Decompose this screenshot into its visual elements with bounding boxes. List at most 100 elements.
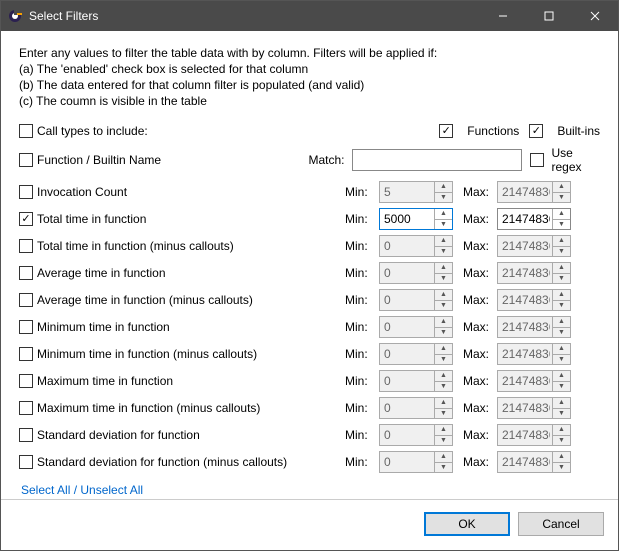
ok-button[interactable]: OK	[424, 512, 510, 536]
step-down-icon[interactable]: ▼	[553, 328, 570, 338]
max-spinner-input[interactable]	[498, 290, 552, 310]
minimize-button[interactable]	[480, 1, 526, 31]
max-spinner-input[interactable]	[498, 182, 552, 202]
min-spinner-steppers[interactable]: ▲▼	[434, 452, 452, 472]
step-down-icon[interactable]: ▼	[553, 436, 570, 446]
step-down-icon[interactable]: ▼	[435, 436, 452, 446]
step-down-icon[interactable]: ▼	[435, 409, 452, 419]
filter-checkbox[interactable]	[19, 320, 33, 334]
min-spinner-steppers[interactable]: ▲▼	[434, 209, 452, 229]
min-spinner-input[interactable]	[380, 263, 434, 283]
step-up-icon[interactable]: ▲	[553, 398, 570, 409]
min-spinner[interactable]: ▲▼	[379, 397, 453, 419]
step-down-icon[interactable]: ▼	[553, 463, 570, 473]
step-down-icon[interactable]: ▼	[435, 355, 452, 365]
step-down-icon[interactable]: ▼	[553, 355, 570, 365]
max-spinner-steppers[interactable]: ▲▼	[552, 425, 570, 445]
step-down-icon[interactable]: ▼	[435, 220, 452, 230]
step-up-icon[interactable]: ▲	[435, 182, 452, 193]
min-spinner-input[interactable]	[380, 344, 434, 364]
min-spinner-steppers[interactable]: ▲▼	[434, 317, 452, 337]
filter-checkbox[interactable]	[19, 266, 33, 280]
min-spinner-steppers[interactable]: ▲▼	[434, 344, 452, 364]
step-down-icon[interactable]: ▼	[553, 247, 570, 257]
builtins-checkbox[interactable]	[529, 124, 543, 138]
max-spinner-steppers[interactable]: ▲▼	[552, 236, 570, 256]
step-up-icon[interactable]: ▲	[553, 182, 570, 193]
max-spinner-input[interactable]	[498, 452, 552, 472]
step-up-icon[interactable]: ▲	[435, 398, 452, 409]
step-up-icon[interactable]: ▲	[435, 209, 452, 220]
min-spinner-input[interactable]	[380, 290, 434, 310]
max-spinner-input[interactable]	[498, 236, 552, 256]
max-spinner-input[interactable]	[498, 398, 552, 418]
step-down-icon[interactable]: ▼	[553, 193, 570, 203]
step-up-icon[interactable]: ▲	[435, 236, 452, 247]
step-up-icon[interactable]: ▲	[553, 209, 570, 220]
step-down-icon[interactable]: ▼	[553, 409, 570, 419]
min-spinner[interactable]: ▲▼	[379, 208, 453, 230]
step-down-icon[interactable]: ▼	[435, 382, 452, 392]
close-button[interactable]	[572, 1, 618, 31]
min-spinner-input[interactable]	[380, 236, 434, 256]
step-up-icon[interactable]: ▲	[553, 371, 570, 382]
step-down-icon[interactable]: ▼	[553, 274, 570, 284]
match-input[interactable]	[352, 149, 522, 171]
max-spinner[interactable]: ▲▼	[497, 370, 571, 392]
min-spinner[interactable]: ▲▼	[379, 424, 453, 446]
step-down-icon[interactable]: ▼	[435, 463, 452, 473]
min-spinner-steppers[interactable]: ▲▼	[434, 371, 452, 391]
max-spinner[interactable]: ▲▼	[497, 424, 571, 446]
min-spinner-input[interactable]	[380, 209, 434, 229]
step-down-icon[interactable]: ▼	[435, 247, 452, 257]
min-spinner[interactable]: ▲▼	[379, 343, 453, 365]
step-up-icon[interactable]: ▲	[435, 425, 452, 436]
min-spinner-steppers[interactable]: ▲▼	[434, 236, 452, 256]
filter-checkbox[interactable]	[19, 239, 33, 253]
step-down-icon[interactable]: ▼	[553, 301, 570, 311]
min-spinner-input[interactable]	[380, 425, 434, 445]
step-up-icon[interactable]: ▲	[553, 452, 570, 463]
max-spinner-steppers[interactable]: ▲▼	[552, 452, 570, 472]
max-spinner-input[interactable]	[498, 371, 552, 391]
max-spinner-steppers[interactable]: ▲▼	[552, 344, 570, 364]
step-up-icon[interactable]: ▲	[435, 452, 452, 463]
max-spinner[interactable]: ▲▼	[497, 262, 571, 284]
step-down-icon[interactable]: ▼	[553, 220, 570, 230]
step-up-icon[interactable]: ▲	[435, 263, 452, 274]
use-regex-checkbox[interactable]	[530, 153, 544, 167]
min-spinner[interactable]: ▲▼	[379, 370, 453, 392]
max-spinner[interactable]: ▲▼	[497, 235, 571, 257]
step-up-icon[interactable]: ▲	[435, 290, 452, 301]
max-spinner[interactable]: ▲▼	[497, 208, 571, 230]
filter-checkbox[interactable]	[19, 293, 33, 307]
step-up-icon[interactable]: ▲	[435, 371, 452, 382]
min-spinner-input[interactable]	[380, 182, 434, 202]
max-spinner-steppers[interactable]: ▲▼	[552, 371, 570, 391]
min-spinner-input[interactable]	[380, 398, 434, 418]
min-spinner[interactable]: ▲▼	[379, 235, 453, 257]
min-spinner[interactable]: ▲▼	[379, 289, 453, 311]
step-up-icon[interactable]: ▲	[553, 425, 570, 436]
maximize-button[interactable]	[526, 1, 572, 31]
step-down-icon[interactable]: ▼	[435, 328, 452, 338]
max-spinner[interactable]: ▲▼	[497, 289, 571, 311]
min-spinner-input[interactable]	[380, 371, 434, 391]
max-spinner-input[interactable]	[498, 344, 552, 364]
min-spinner[interactable]: ▲▼	[379, 316, 453, 338]
name-filter-checkbox[interactable]	[19, 153, 33, 167]
filter-checkbox[interactable]	[19, 428, 33, 442]
step-down-icon[interactable]: ▼	[553, 382, 570, 392]
max-spinner-steppers[interactable]: ▲▼	[552, 317, 570, 337]
step-up-icon[interactable]: ▲	[435, 344, 452, 355]
max-spinner[interactable]: ▲▼	[497, 451, 571, 473]
max-spinner-input[interactable]	[498, 317, 552, 337]
cancel-button[interactable]: Cancel	[518, 512, 604, 536]
max-spinner[interactable]: ▲▼	[497, 316, 571, 338]
min-spinner-steppers[interactable]: ▲▼	[434, 182, 452, 202]
max-spinner-steppers[interactable]: ▲▼	[552, 182, 570, 202]
select-all-link[interactable]: Select All	[21, 483, 70, 497]
min-spinner-input[interactable]	[380, 452, 434, 472]
max-spinner[interactable]: ▲▼	[497, 181, 571, 203]
max-spinner-input[interactable]	[498, 263, 552, 283]
